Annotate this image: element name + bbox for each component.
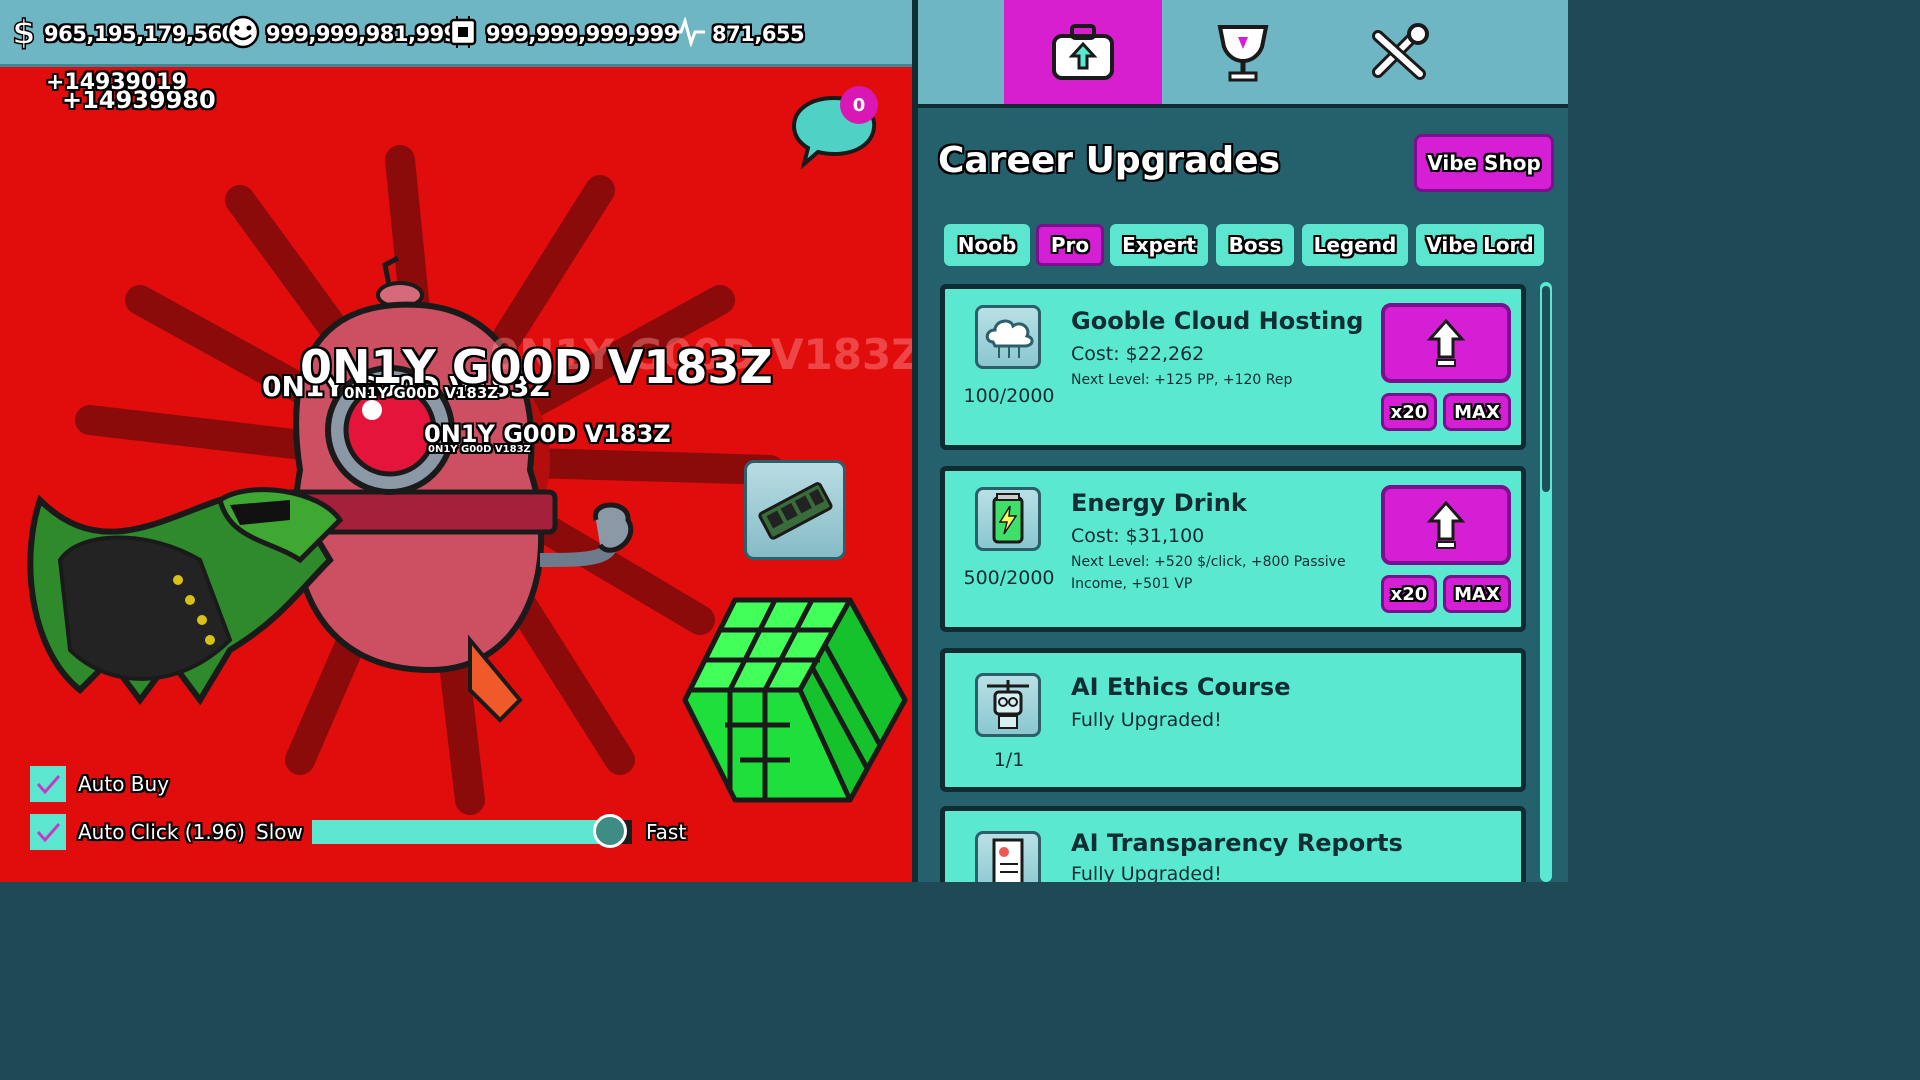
- floating-income: +14939019: [46, 70, 187, 95]
- speed-slider-fill: [312, 820, 610, 844]
- upgrade-next-level: Next Level: +125 PP, +120 Rep: [1071, 372, 1293, 388]
- chip-icon: [446, 15, 486, 54]
- buy-x20-button[interactable]: x20: [1381, 575, 1437, 613]
- energy-drink-icon: [975, 487, 1041, 551]
- slow-label: Slow: [256, 820, 303, 844]
- cloud-icon: [975, 305, 1041, 369]
- upgrade-card-ai-transparency: AI Transparency Reports Fully Upgraded!: [940, 806, 1526, 882]
- checkmark-icon: [36, 775, 61, 795]
- upgrade-button[interactable]: [1381, 303, 1511, 383]
- career-upgrades-title: Career Upgrades: [938, 140, 1281, 181]
- tier-tab-vibe-lord[interactable]: Vibe Lord: [1416, 224, 1544, 266]
- speed-slider-knob[interactable]: [592, 814, 627, 848]
- briefcase-upgrade-icon: [1052, 24, 1114, 80]
- game-area[interactable]: $ 965,195,179,560 999,999,981,999 999,99…: [0, 0, 912, 882]
- arrow-up-icon: [1426, 500, 1466, 549]
- chips-value: 999,999,999,999: [486, 22, 678, 46]
- trophy-icon: [1217, 25, 1269, 82]
- green-cube[interactable]: [682, 597, 908, 803]
- hype-text-tiny: 0N1Y G00D V183Z: [428, 444, 531, 455]
- tier-tab-noob[interactable]: Noob: [944, 224, 1030, 266]
- ram-icon: [758, 482, 833, 540]
- tier-tab-pro[interactable]: Pro: [1036, 224, 1104, 266]
- upgrade-level: 500/2000: [963, 567, 1055, 589]
- upgrade-cost: Cost: $22,262: [1071, 343, 1205, 365]
- upgrade-card-ai-ethics: 1/1 AI Ethics Course Fully Upgraded!: [940, 648, 1526, 792]
- smiley-icon: [226, 15, 266, 54]
- click-speed-slider[interactable]: [312, 814, 632, 848]
- auto-buy-checkbox[interactable]: [30, 766, 66, 802]
- activity-stat: 871,655: [672, 14, 805, 54]
- ram-stick-powerup[interactable]: [744, 460, 846, 560]
- chat-count-badge: 0: [840, 86, 878, 124]
- buy-x20-button[interactable]: x20: [1381, 393, 1437, 431]
- tab-settings[interactable]: [1322, 0, 1480, 104]
- upgrade-status: Fully Upgraded!: [1071, 863, 1222, 882]
- auto-buy-row: Auto Buy: [30, 766, 169, 802]
- upgrade-name: AI Transparency Reports: [1071, 829, 1403, 857]
- stats-bar: $ 965,195,179,560 999,999,981,999 999,99…: [0, 0, 912, 67]
- arrow-up-icon: [1426, 318, 1466, 367]
- money-value: 965,195,179,560: [44, 22, 236, 46]
- auto-click-checkbox[interactable]: [30, 814, 66, 850]
- buy-max-button[interactable]: MAX: [1443, 575, 1511, 613]
- hype-text-small: 0N1Y G00D V183Z: [344, 384, 499, 402]
- upgrade-level: 100/2000: [963, 385, 1055, 407]
- chips-stat: 999,999,999,999: [446, 14, 678, 54]
- checkmark-icon: [36, 823, 61, 843]
- tier-tab-expert[interactable]: Expert: [1110, 224, 1208, 266]
- upgrade-card-cloud-hosting: 100/2000 Gooble Cloud Hosting Cost: $22,…: [940, 284, 1526, 450]
- upgrade-name: Gooble Cloud Hosting: [1071, 307, 1364, 335]
- fast-label: Fast: [646, 820, 687, 844]
- followers-value: 999,999,981,999: [266, 22, 458, 46]
- upgrade-level: 1/1: [993, 749, 1025, 771]
- tools-icon: [1372, 23, 1429, 80]
- upgrade-cost: Cost: $31,100: [1071, 525, 1205, 547]
- upgrade-card-energy-drink: 500/2000 Energy Drink Cost: $31,100 Next…: [940, 466, 1526, 632]
- auto-click-label: Auto Click (1.96): [78, 820, 245, 844]
- svg-text:$: $: [12, 14, 35, 50]
- upgrade-button[interactable]: [1381, 485, 1511, 565]
- vibe-shop-button[interactable]: Vibe Shop: [1414, 134, 1554, 192]
- dinosaur-helper[interactable]: [27, 487, 344, 706]
- report-icon: [975, 831, 1041, 882]
- upgrade-next-level: Next Level: +520 $/click, +800 Passive I…: [1071, 554, 1346, 592]
- upgrade-name: AI Ethics Course: [1071, 673, 1291, 701]
- activity-value: 871,655: [712, 22, 805, 46]
- auto-buy-label: Auto Buy: [78, 772, 170, 796]
- panel-tab-bar: [918, 0, 1568, 108]
- robot-scales-icon: [975, 673, 1041, 737]
- tab-trophies[interactable]: [1164, 0, 1322, 104]
- dollar-icon: $: [10, 12, 44, 55]
- pulse-icon: [672, 15, 712, 52]
- tier-tab-boss[interactable]: Boss: [1216, 224, 1294, 266]
- upgrades-panel: Career Upgrades Vibe Shop Noob Pro Exper…: [912, 0, 1568, 882]
- upgrade-name: Energy Drink: [1071, 489, 1247, 517]
- auto-click-row: Auto Click (1.96): [30, 814, 245, 850]
- tier-tab-legend[interactable]: Legend: [1302, 224, 1408, 266]
- money-stat: $ 965,195,179,560: [10, 12, 236, 55]
- upgrades-scrollbar-thumb[interactable]: [1542, 286, 1550, 492]
- buy-max-button[interactable]: MAX: [1443, 393, 1511, 431]
- upgrade-status: Fully Upgraded!: [1071, 709, 1222, 731]
- followers-stat: 999,999,981,999: [226, 14, 458, 54]
- tab-upgrades[interactable]: [1004, 0, 1162, 104]
